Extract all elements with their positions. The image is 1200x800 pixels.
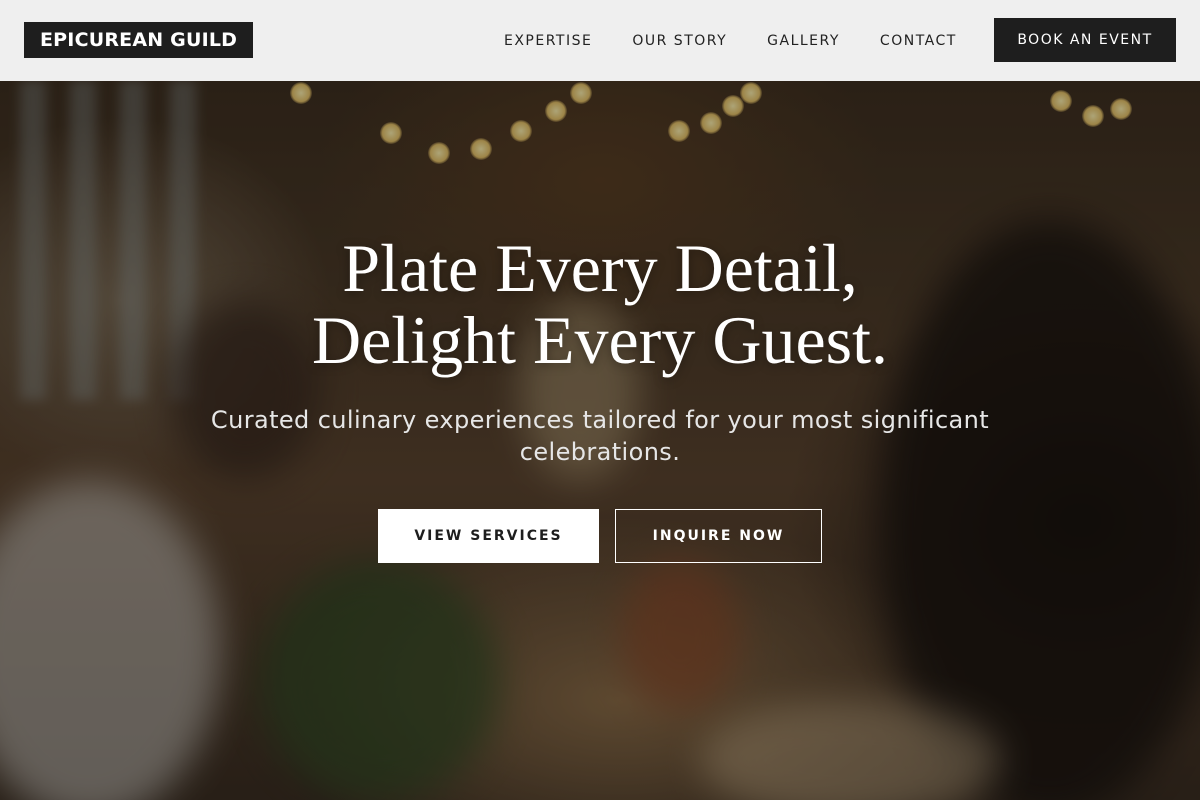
hero-cta-group: VIEW SERVICES INQUIRE NOW <box>378 509 822 563</box>
site-logo[interactable]: EPICUREAN GUILD <box>24 22 254 58</box>
main-nav: EXPERTISE OUR STORY GALLERY CONTACT <box>504 0 997 81</box>
hero-section: Plate Every Detail, Delight Every Guest.… <box>0 232 1200 468</box>
hero-title: Plate Every Detail, Delight Every Guest. <box>0 232 1200 376</box>
hero-title-line-2: Delight Every Guest. <box>312 302 888 378</box>
view-services-button[interactable]: VIEW SERVICES <box>378 509 599 563</box>
nav-link-expertise[interactable]: EXPERTISE <box>504 33 592 49</box>
nav-link-gallery[interactable]: GALLERY <box>767 33 840 49</box>
nav-link-contact[interactable]: CONTACT <box>880 33 957 49</box>
inquire-now-button[interactable]: INQUIRE NOW <box>615 509 822 563</box>
hero-subtitle: Curated culinary experiences tailored fo… <box>210 406 990 466</box>
book-an-event-button[interactable]: BOOK AN EVENT <box>994 18 1176 62</box>
hero-title-line-1: Plate Every Detail, <box>342 230 858 306</box>
site-header: EPICUREAN GUILD EXPERTISE OUR STORY GALL… <box>0 0 1200 81</box>
nav-link-our-story[interactable]: OUR STORY <box>632 33 727 49</box>
